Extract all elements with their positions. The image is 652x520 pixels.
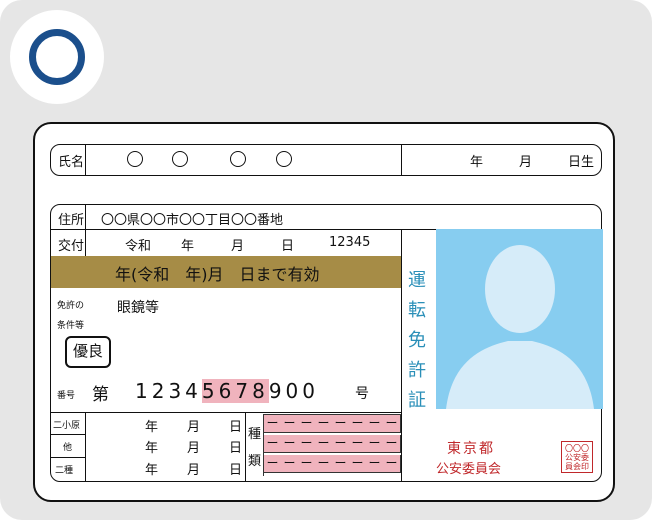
expiry-text: 年(令和 年)月 日まで有効 bbox=[115, 265, 320, 284]
name-circle bbox=[230, 151, 246, 167]
type-cell: ー bbox=[298, 415, 316, 433]
issue-number: 12345 bbox=[329, 235, 371, 250]
row-label: 二小原 bbox=[53, 421, 81, 431]
conditions-label: 免許の bbox=[57, 301, 85, 311]
vertical-title: 運転免許証 bbox=[408, 270, 426, 411]
issuer-name: 東京都 bbox=[447, 441, 495, 457]
issue-month: 月 bbox=[231, 239, 245, 254]
ring-badge bbox=[10, 10, 104, 104]
number-suffix: 号 bbox=[355, 386, 369, 402]
address-value: 〇〇県〇〇市〇〇丁目〇〇番地 bbox=[101, 213, 284, 228]
type-cell: ー bbox=[298, 435, 316, 453]
type-cell: ー bbox=[383, 455, 401, 473]
type-cell: ー bbox=[298, 455, 316, 473]
type-label: 類 bbox=[248, 454, 262, 469]
type-cell: ー bbox=[315, 455, 333, 473]
name-circle bbox=[172, 151, 188, 167]
type-grid: ー ー ー ー ー ー ー ー ー ー ー ー ー ー ー ー ー ー ー ー … bbox=[263, 414, 401, 476]
birth-year-label: 年 bbox=[470, 155, 484, 170]
type-cell: ー bbox=[383, 435, 401, 453]
type-cell: ー bbox=[264, 455, 282, 473]
row-month: 月 bbox=[187, 420, 201, 435]
number-prefix: 第 bbox=[92, 385, 109, 405]
row-label: 他 bbox=[63, 443, 73, 453]
type-cell: ー bbox=[264, 435, 282, 453]
type-cell: ー bbox=[264, 415, 282, 433]
conditions-label: 条件等 bbox=[57, 321, 85, 331]
number-part: 1234 bbox=[135, 379, 202, 403]
type-cell: ー bbox=[383, 415, 401, 433]
type-cell: ー bbox=[366, 415, 384, 433]
type-cell: ー bbox=[315, 415, 333, 433]
issue-year: 年 bbox=[181, 239, 195, 254]
type-cell: ー bbox=[366, 435, 384, 453]
name-circle bbox=[276, 151, 292, 167]
row-day: 日 bbox=[229, 420, 243, 435]
type-cell: ー bbox=[281, 455, 299, 473]
official-seal: 〇〇〇 公安委 員会印 bbox=[561, 441, 593, 473]
birth-month-label: 月 bbox=[519, 155, 533, 170]
seal-text: 公安委 bbox=[565, 453, 589, 462]
row-month: 月 bbox=[187, 463, 201, 478]
photo bbox=[436, 229, 603, 409]
row-label: 二種 bbox=[55, 466, 74, 476]
number-highlight: 5678 bbox=[201, 379, 269, 403]
type-cell: ー bbox=[281, 415, 299, 433]
name-label: 氏名 bbox=[58, 155, 85, 170]
type-cell: ー bbox=[281, 435, 299, 453]
type-cell: ー bbox=[332, 455, 350, 473]
issuer-name: 公安委員会 bbox=[436, 462, 502, 477]
type-label: 種 bbox=[248, 427, 262, 442]
type-cell: ー bbox=[349, 455, 367, 473]
type-cell: ー bbox=[366, 455, 384, 473]
row-year: 年 bbox=[145, 441, 159, 456]
row-month: 月 bbox=[187, 441, 201, 456]
license-number: 12345678900 bbox=[135, 379, 319, 403]
number-label: 番号 bbox=[57, 391, 76, 401]
birth-day-label: 日生 bbox=[568, 155, 595, 170]
excellent-badge: 優良 bbox=[65, 336, 111, 368]
issue-day: 日 bbox=[281, 239, 295, 254]
row-day: 日 bbox=[229, 463, 243, 478]
conditions-value: 眼鏡等 bbox=[117, 300, 159, 316]
type-cell: ー bbox=[349, 435, 367, 453]
person-silhouette-icon bbox=[446, 245, 594, 409]
license-card: 氏名 年 月 日生 住所 〇〇県〇〇市〇〇丁目〇〇番地 交付 令和 年 月 日 … bbox=[33, 122, 615, 502]
address-label: 住所 bbox=[58, 213, 85, 228]
number-part: 900 bbox=[268, 379, 319, 403]
seal-text: 員会印 bbox=[565, 462, 589, 471]
circle-icon bbox=[29, 29, 85, 85]
issue-label: 交付 bbox=[58, 239, 85, 254]
row-year: 年 bbox=[145, 463, 159, 478]
seal-text: 〇〇〇 bbox=[565, 444, 589, 453]
row-day: 日 bbox=[229, 441, 243, 456]
type-cell: ー bbox=[349, 415, 367, 433]
type-cell: ー bbox=[332, 415, 350, 433]
type-cell: ー bbox=[315, 435, 333, 453]
issue-era: 令和 bbox=[125, 239, 152, 254]
type-cell: ー bbox=[332, 435, 350, 453]
name-circle bbox=[127, 151, 143, 167]
row-year: 年 bbox=[145, 420, 159, 435]
